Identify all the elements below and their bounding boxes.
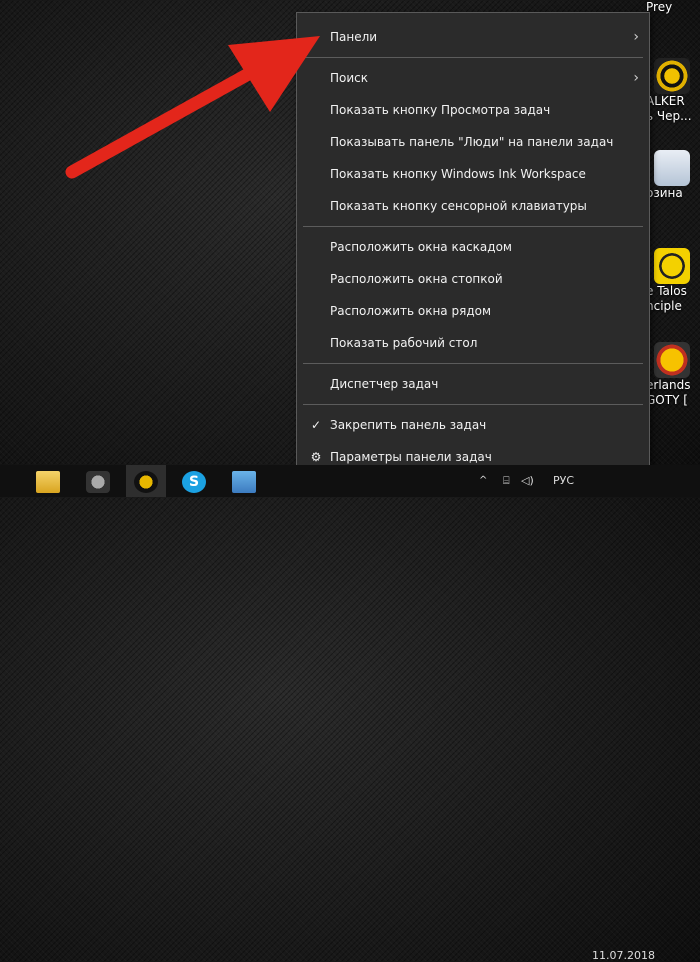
volume-icon[interactable]: ◁) [521, 465, 534, 497]
language-indicator[interactable]: РУС [553, 465, 574, 497]
clock-date[interactable]: 11.07.2018 [592, 949, 655, 962]
world-of-tanks-icon[interactable] [86, 471, 110, 493]
taskbar: S ^ ⌸ ◁) РУС 11.07.2018 [0, 465, 700, 962]
photos-icon[interactable] [232, 471, 256, 493]
file-explorer-icon[interactable] [36, 471, 60, 493]
chevron-up-icon[interactable]: ^ [479, 465, 487, 497]
network-icon[interactable]: ⌸ [503, 465, 510, 497]
skype-icon[interactable]: S [182, 471, 206, 493]
stalker-taskbar-icon[interactable] [134, 471, 158, 493]
red-annotation-arrow [65, 36, 320, 179]
